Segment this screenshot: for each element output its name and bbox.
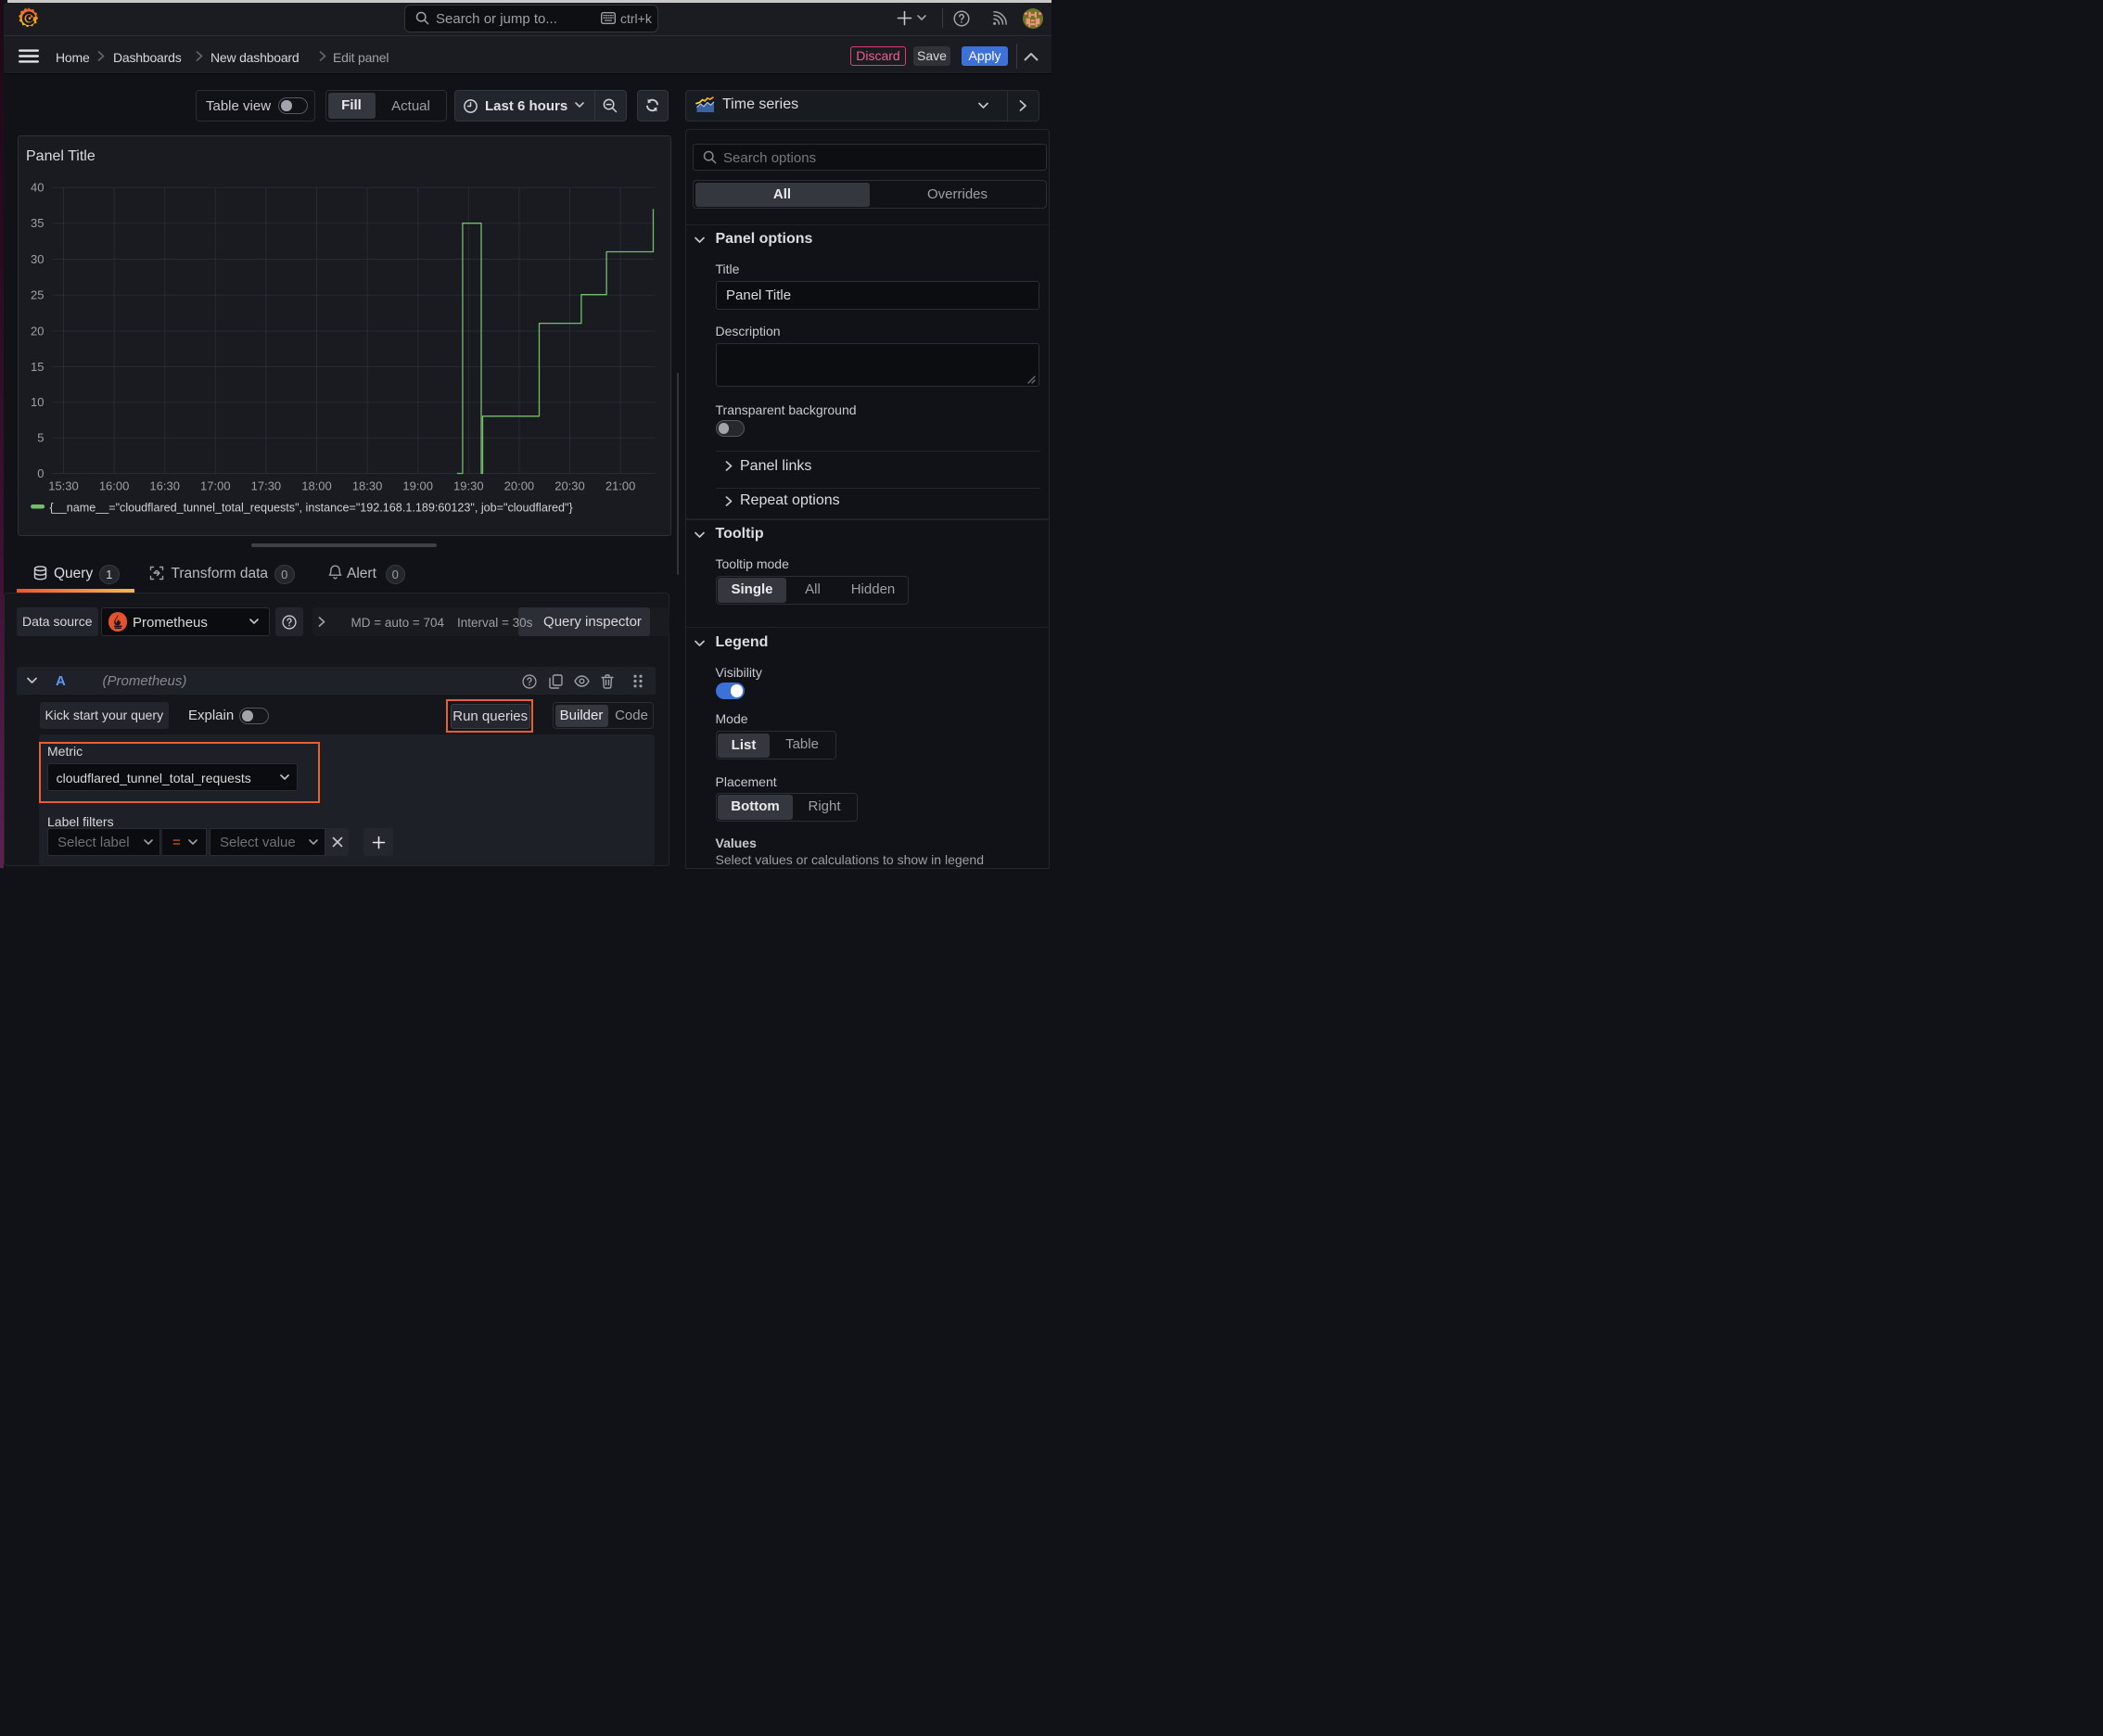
svg-text:17:00: 17:00 (200, 479, 231, 493)
svg-text:35: 35 (31, 216, 44, 230)
svg-text:18:30: 18:30 (351, 479, 382, 493)
svg-text:18:00: 18:00 (301, 479, 332, 493)
svg-text:15:30: 15:30 (48, 479, 79, 493)
svg-text:19:00: 19:00 (402, 479, 433, 493)
svg-text:40: 40 (31, 181, 44, 195)
svg-text:17:30: 17:30 (250, 479, 281, 493)
svg-text:20:00: 20:00 (503, 479, 534, 493)
svg-text:19:30: 19:30 (453, 479, 484, 493)
svg-text:25: 25 (31, 288, 44, 302)
svg-text:20:30: 20:30 (554, 479, 585, 493)
svg-text:20: 20 (31, 325, 44, 338)
svg-text:5: 5 (37, 431, 44, 445)
svg-text:{__name__="cloudflared_tunnel_: {__name__="cloudflared_tunnel_total_requ… (49, 502, 572, 515)
svg-text:15: 15 (31, 360, 44, 374)
svg-text:10: 10 (31, 395, 44, 409)
svg-text:21:00: 21:00 (605, 479, 635, 493)
svg-text:30: 30 (31, 252, 44, 266)
svg-text:0: 0 (37, 466, 44, 480)
svg-text:16:00: 16:00 (98, 479, 129, 493)
svg-text:16:30: 16:30 (149, 479, 180, 493)
